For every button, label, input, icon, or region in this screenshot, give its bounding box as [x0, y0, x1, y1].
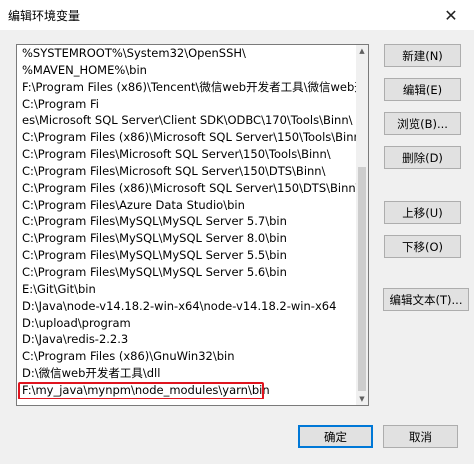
list-item[interactable]: C:\Program Files (x86)\GnuWin32\bin: [17, 348, 357, 365]
dialog-body: %SYSTEMROOT%\System32\OpenSSH\ %MAVEN_HOM…: [0, 30, 474, 464]
list-item[interactable]: C:\Program Fi: [17, 96, 357, 113]
list-item[interactable]: D:\Java\redis-2.2.3: [17, 331, 357, 348]
edit-button[interactable]: 编辑(E): [384, 78, 461, 101]
new-button[interactable]: 新建(N): [384, 44, 461, 67]
list-item[interactable]: D:\Java\node-v14.18.2-win-x64\node-v14.1…: [17, 298, 357, 315]
list-item[interactable]: C:\Program Files\MySQL\MySQL Server 5.5\…: [17, 247, 357, 264]
list-item[interactable]: C:\Program Files (x86)\Microsoft SQL Ser…: [17, 129, 357, 146]
ok-button[interactable]: 确定: [298, 425, 373, 448]
edit-highlight-box: [18, 381, 264, 399]
list-item[interactable]: C:\Program Files (x86)\Microsoft SQL Ser…: [17, 180, 357, 197]
move-down-button[interactable]: 下移(O): [384, 235, 461, 258]
list-item[interactable]: C:\Program Files\Microsoft SQL Server\15…: [17, 163, 357, 180]
cancel-button[interactable]: 取消: [383, 425, 458, 448]
scroll-thumb[interactable]: [358, 167, 366, 391]
list-item[interactable]: %MAVEN_HOME%\bin: [17, 62, 357, 79]
list-item[interactable]: F:\Program Files (x86)\Tencent\微信web开发者工…: [17, 79, 357, 96]
list-item[interactable]: E:\Git\Git\bin: [17, 281, 357, 298]
scroll-up-icon[interactable]: ▲: [356, 45, 368, 57]
edit-text-button[interactable]: 编辑文本(T)...: [383, 288, 469, 311]
delete-button[interactable]: 删除(D): [384, 146, 461, 169]
browse-button[interactable]: 浏览(B)...: [384, 112, 461, 135]
list-item-editing[interactable]: F:\my_java\mynpm\node_modules\yarn\bin: [17, 381, 357, 399]
list-item[interactable]: D:\微信web开发者工具\dll: [17, 365, 357, 382]
vertical-scrollbar[interactable]: ▲ ▼: [356, 45, 368, 405]
list-item[interactable]: %SYSTEMROOT%\System32\OpenSSH\: [17, 45, 357, 62]
list-item[interactable]: C:\Program Files\MySQL\MySQL Server 8.0\…: [17, 230, 357, 247]
list-item[interactable]: C:\Program Files\Azure Data Studio\bin: [17, 197, 357, 214]
path-list[interactable]: %SYSTEMROOT%\System32\OpenSSH\ %MAVEN_HOM…: [16, 44, 369, 406]
window-title: 编辑环境变量: [8, 9, 81, 23]
move-up-button[interactable]: 上移(U): [384, 201, 461, 224]
path-list-items: %SYSTEMROOT%\System32\OpenSSH\ %MAVEN_HOM…: [17, 45, 357, 405]
list-item[interactable]: C:\Program Files\MySQL\MySQL Server 5.6\…: [17, 264, 357, 281]
close-icon[interactable]: ✕: [428, 0, 474, 30]
title-bar: 编辑环境变量 ✕: [0, 0, 474, 30]
scroll-down-icon[interactable]: ▼: [356, 393, 368, 405]
list-item[interactable]: C:\Program Files\Microsoft SQL Server\15…: [17, 146, 357, 163]
list-item[interactable]: D:\upload\program: [17, 315, 357, 332]
list-item[interactable]: C:\Program Files\MySQL\MySQL Server 5.7\…: [17, 213, 357, 230]
list-item[interactable]: es\Microsoft SQL Server\Client SDK\ODBC\…: [17, 112, 357, 129]
